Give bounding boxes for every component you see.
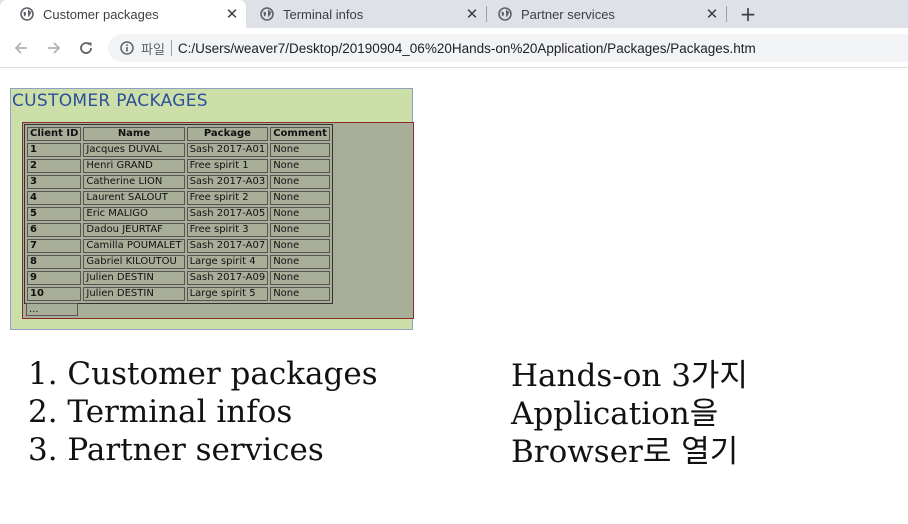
address-bar[interactable]: 파일 C:/Users/weaver7/Desktop/20190904_06%… [108,34,908,62]
cell-comment[interactable]: None [270,255,330,269]
cell-comment[interactable]: None [270,239,330,253]
scheme-label: 파일 [141,42,165,58]
table-row[interactable]: 9 Julien DESTIN Sash 2017-A09 None [27,271,330,285]
cell-name[interactable]: Camilla POUMALET [83,239,185,253]
cell-package[interactable]: Large spirit 5 [186,287,269,301]
cell-client-id[interactable]: 7 [27,239,82,253]
cell-name[interactable]: Dadou JEURTAF [83,223,185,237]
cell-client-id[interactable]: 6 [27,223,82,237]
tab-title: Customer packages [43,6,159,22]
cell-comment[interactable]: None [270,287,330,301]
cell-name[interactable]: Julien DESTIN [83,271,185,285]
instruction-line: Browser로 열기 [511,434,739,470]
table-row[interactable]: 10 Julien DESTIN Large spirit 5 None [27,287,330,301]
close-icon[interactable]: ✕ [224,5,240,23]
back-button[interactable] [9,36,33,60]
tab-terminal-infos[interactable]: Terminal infos ✕ [240,0,486,28]
column-header-name[interactable]: Name [83,127,185,141]
table-row[interactable]: 5 Eric MALIGO Sash 2017-A05 None [27,207,330,221]
address-divider [170,40,172,56]
tab-title: Partner services [521,6,615,22]
globe-icon [497,6,513,22]
cell-comment[interactable]: None [270,207,330,221]
tab-customer-packages[interactable]: Customer packages ✕ [0,0,246,28]
cell-name[interactable]: Catherine LION [83,175,185,189]
packages-grid: Client ID Name Package Comment 1 Jacques… [22,122,414,319]
table-row[interactable]: 7 Camilla POUMALET Sash 2017-A07 None [27,239,330,253]
tab-separator [726,6,727,22]
tab-partner-services[interactable]: Partner services ✕ [478,0,726,28]
page-title: CUSTOMER PACKAGES [12,91,208,111]
cell-package[interactable]: Sash 2017-A09 [186,271,269,285]
close-icon[interactable]: ✕ [704,5,720,23]
cell-client-id[interactable]: 4 [27,191,82,205]
browser-toolbar: 파일 C:/Users/weaver7/Desktop/20190904_06%… [0,28,908,68]
cell-client-id[interactable]: 3 [27,175,82,189]
cell-name[interactable]: Eric MALIGO [83,207,185,221]
cell-comment[interactable]: None [270,271,330,285]
reload-icon [80,42,92,54]
cell-client-id[interactable]: 10 [27,287,82,301]
globe-icon [259,6,275,22]
apps-list: 1. Customer packages 2. Terminal infos 3… [28,355,378,469]
cell-package[interactable]: Sash 2017-A05 [186,207,269,221]
column-header-package[interactable]: Package [186,127,269,141]
cell-client-id[interactable]: 1 [27,143,82,157]
table-row[interactable]: 1 Jacques DUVAL Sash 2017-A01 None [27,143,330,157]
packages-table: Client ID Name Package Comment 1 Jacques… [24,124,333,304]
cell-comment[interactable]: None [270,159,330,173]
cell-package[interactable]: Sash 2017-A03 [186,175,269,189]
cell-name[interactable]: Gabriel KILOUTOU [83,255,185,269]
more-rows-cell[interactable]: ... [26,303,78,316]
cell-client-id[interactable]: 9 [27,271,82,285]
tab-title: Terminal infos [283,6,364,22]
cell-package[interactable]: Free spirit 2 [186,191,269,205]
arrow-right-icon [48,42,61,54]
table-row[interactable]: 4 Laurent SALOUT Free spirit 2 None [27,191,330,205]
cell-name[interactable]: Laurent SALOUT [83,191,185,205]
info-icon[interactable] [119,40,135,56]
customer-packages-panel: CUSTOMER PACKAGES Client ID Name Package… [10,88,414,330]
cell-package[interactable]: Free spirit 3 [186,223,269,237]
instruction-line: Hands-on 3가지 [511,358,748,394]
table-row[interactable]: 3 Catherine LION Sash 2017-A03 None [27,175,330,189]
cell-comment[interactable]: None [270,143,330,157]
cell-comment[interactable]: None [270,175,330,189]
table-header-row: Client ID Name Package Comment [27,127,330,141]
apps-list-item: 2. Terminal infos [28,394,293,430]
new-tab-button[interactable]: + [736,2,760,26]
table-row[interactable]: 2 Henri GRAND Free spirit 1 None [27,159,330,173]
table-row[interactable]: 8 Gabriel KILOUTOU Large spirit 4 None [27,255,330,269]
tab-strip: Customer packages ✕ Terminal infos ✕ Par… [0,0,908,28]
cell-comment[interactable]: None [270,191,330,205]
cell-name[interactable]: Jacques DUVAL [83,143,185,157]
cell-client-id[interactable]: 8 [27,255,82,269]
cell-client-id[interactable]: 5 [27,207,82,221]
column-header-client-id[interactable]: Client ID [27,127,82,141]
url-text[interactable]: C:/Users/weaver7/Desktop/20190904_06%20H… [178,41,756,56]
cell-client-id[interactable]: 2 [27,159,82,173]
cell-name[interactable]: Henri GRAND [83,159,185,173]
column-header-comment[interactable]: Comment [270,127,330,141]
cell-package[interactable]: Large spirit 4 [186,255,269,269]
globe-icon [19,6,35,22]
table-row[interactable]: 6 Dadou JEURTAF Free spirit 3 None [27,223,330,237]
forward-button[interactable] [42,36,66,60]
reload-button[interactable] [74,36,98,60]
instruction-line: Application을 [511,396,719,432]
instruction-note: Hands-on 3가지 Application을 Browser로 열기 [511,357,748,471]
arrow-left-icon [14,42,27,54]
cell-package[interactable]: Free spirit 1 [186,159,269,173]
apps-list-item: 1. Customer packages [28,356,378,392]
cell-package[interactable]: Sash 2017-A01 [186,143,269,157]
cell-comment[interactable]: None [270,223,330,237]
apps-list-item: 3. Partner services [28,432,324,468]
cell-name[interactable]: Julien DESTIN [83,287,185,301]
cell-package[interactable]: Sash 2017-A07 [186,239,269,253]
